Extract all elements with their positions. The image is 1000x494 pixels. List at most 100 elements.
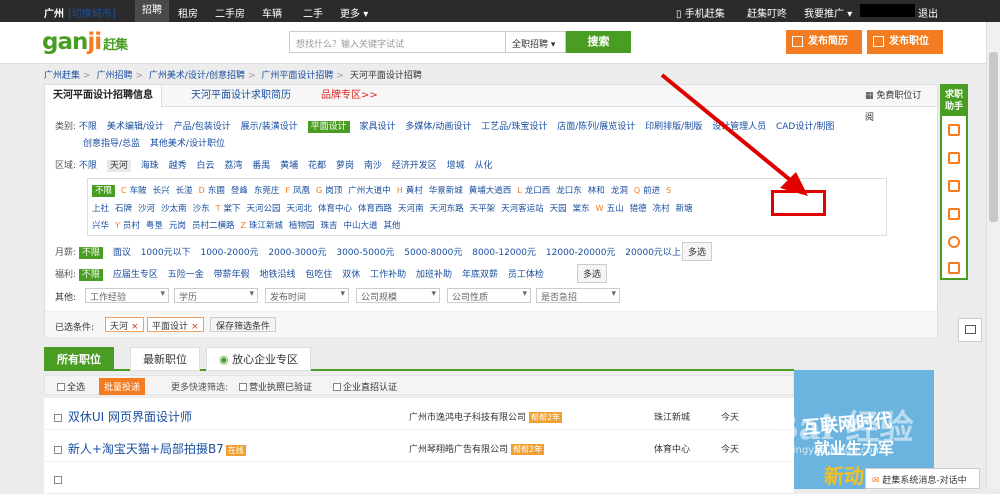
salary-option[interactable]: 12000-20000元 (546, 248, 616, 258)
district-option[interactable]: 珠江新城 (249, 221, 283, 231)
close-icon[interactable]: × (131, 322, 139, 332)
district-option[interactable]: 新塘 (676, 204, 693, 214)
tab-trusted-companies[interactable]: ◉ 放心企业专区 (206, 347, 312, 371)
selected-tag[interactable]: 平面设计 × (147, 317, 204, 332)
salary-option[interactable]: 3000-5000元 (336, 248, 394, 258)
category-option[interactable]: 产品/包装设计 (174, 122, 231, 132)
salary-option[interactable]: 1000元以下 (141, 248, 191, 258)
promote-link[interactable]: 我要推广 ▾ (804, 5, 852, 20)
region-option[interactable]: 黄埔 (280, 161, 298, 171)
region-option[interactable]: 越秀 (169, 161, 187, 171)
district-option[interactable]: 龙口西 (525, 186, 551, 196)
job-title-link[interactable] (54, 472, 64, 486)
district-option[interactable]: 中山大道 (344, 221, 378, 231)
nav-vehicle[interactable]: 车辆 (262, 5, 282, 20)
category-option[interactable]: 其他美术/设计职位 (150, 139, 225, 149)
district-option[interactable]: 车陂 (130, 186, 147, 196)
job-title-link[interactable]: 双休UI 网页界面设计师 (54, 408, 192, 425)
tab-job-info[interactable]: 天河平面设计招聘信息 (45, 85, 162, 108)
welfare-multi-select-button[interactable]: 多选 (577, 264, 608, 283)
region-option[interactable]: 不限 (79, 161, 97, 171)
category-option[interactable]: 多媒体/动画设计 (405, 122, 471, 132)
region-option[interactable]: 经济开发区 (392, 161, 437, 171)
welfare-option[interactable]: 包吃住 (305, 270, 332, 280)
save-filter-button[interactable]: 保存筛选条件 (210, 317, 277, 332)
nav-rent[interactable]: 租房 (178, 5, 198, 20)
company-size-dropdown[interactable]: 公司规模 ▾ (356, 288, 440, 303)
district-option[interactable]: 粤垦 (146, 221, 163, 231)
region-option[interactable]: 从化 (475, 161, 493, 171)
category-option[interactable]: 工艺品/珠宝设计 (481, 122, 547, 132)
feedback-button[interactable] (958, 318, 982, 342)
category-option[interactable]: 美术编辑/设计 (107, 122, 164, 132)
district-option[interactable]: 长湴 (176, 186, 193, 196)
district-option[interactable]: 天河北 (287, 204, 313, 214)
close-icon[interactable]: × (191, 322, 199, 332)
district-option[interactable]: 猎德 (630, 204, 647, 214)
district-option[interactable]: 沙东 (193, 204, 210, 214)
phone-icon[interactable] (948, 152, 960, 164)
district-option[interactable]: 元岗 (169, 221, 186, 231)
calendar-icon[interactable] (948, 124, 960, 136)
region-option[interactable]: 增城 (447, 161, 465, 171)
region-option[interactable]: 荔湾 (224, 161, 242, 171)
district-option[interactable]: 华景新城 (429, 186, 463, 196)
welfare-option[interactable]: 员工体检 (508, 270, 544, 280)
company-name[interactable]: 广州琴翔皓广告有限公司 帮帮2年 (409, 442, 545, 455)
region-option[interactable]: 萝岗 (336, 161, 354, 171)
license-checkbox[interactable]: 营业执照已验证 (239, 380, 312, 393)
district-option[interactable]: 沙太南 (161, 204, 187, 214)
salary-option[interactable]: 5000-8000元 (404, 248, 462, 258)
category-option[interactable]: 创意指导/总监 (83, 139, 140, 149)
nav-more[interactable]: 更多 ▾ (340, 5, 368, 20)
category-option-selected[interactable]: 平面设计 (307, 121, 350, 133)
post-resume-button[interactable]: 发布简历 (786, 30, 862, 54)
category-option[interactable]: 印刷排版/制版 (645, 122, 702, 132)
district-option[interactable]: 珠吉 (320, 221, 337, 231)
checkbox-icon[interactable] (54, 446, 62, 454)
salary-option[interactable]: 1000-2000元 (200, 248, 258, 258)
district-option[interactable]: 前进 (643, 186, 660, 196)
welfare-option[interactable]: 加班补助 (416, 270, 452, 280)
district-option[interactable]: 天河公园 (246, 204, 280, 214)
switch-city-link[interactable]: [切换城市] (68, 5, 116, 20)
nav-second-house[interactable]: 二手房 (215, 5, 245, 20)
salary-option[interactable]: 2000-3000元 (268, 248, 326, 258)
district-option[interactable]: 天河客运站 (501, 204, 544, 214)
post-job-button[interactable]: 发布职位 (867, 30, 943, 54)
district-option[interactable]: 龙洞 (611, 186, 628, 196)
district-option[interactable]: 员村 (123, 221, 140, 231)
district-option[interactable]: 沙河 (138, 204, 155, 214)
district-option[interactable]: 黄埔大道西 (469, 186, 512, 196)
category-option[interactable]: CAD设计/制图 (776, 122, 834, 132)
checkbox-icon[interactable] (54, 414, 62, 422)
district-option[interactable]: 体育西路 (358, 204, 392, 214)
welfare-option[interactable]: 双休 (342, 270, 360, 280)
district-option[interactable]: 棠东 (573, 204, 590, 214)
district-option[interactable]: 东圃 (208, 186, 225, 196)
category-option[interactable]: 店面/陈列/展览设计 (557, 122, 635, 132)
tab-resumes[interactable]: 天河平面设计求职简历 (183, 85, 299, 107)
selected-tag[interactable]: 天河 × (105, 317, 144, 332)
welfare-option[interactable]: 带薪年假 (214, 270, 250, 280)
district-option[interactable]: 石牌 (115, 204, 132, 214)
district-option[interactable]: 棠下 (223, 204, 240, 214)
chat-link[interactable]: 赶集叮咚 (747, 5, 787, 20)
category-option[interactable]: 设计管理人员 (712, 122, 766, 132)
district-option[interactable]: 天园 (550, 204, 567, 214)
scrollbar-thumb[interactable] (989, 52, 998, 222)
tab-all-jobs[interactable]: 所有职位 (44, 347, 114, 371)
category-option[interactable]: 展示/装潢设计 (241, 122, 298, 132)
district-option[interactable]: 长兴 (153, 186, 170, 196)
region-option-selected[interactable]: 天河 (106, 160, 131, 172)
district-option[interactable]: 广州大道中 (348, 186, 391, 196)
welfare-option[interactable]: 年底双薪 (462, 270, 498, 280)
scrollbar[interactable] (986, 22, 1000, 489)
district-option[interactable]: 体育中心 (318, 204, 352, 214)
salary-option[interactable]: 面议 (113, 248, 131, 258)
district-option[interactable]: 上社 (92, 204, 109, 214)
welfare-option[interactable]: 五险一金 (168, 270, 204, 280)
district-option[interactable]: 林和 (588, 186, 605, 196)
select-all-checkbox[interactable]: 全选 (57, 380, 85, 393)
urgent-dropdown[interactable]: 是否急招 ▾ (536, 288, 620, 303)
